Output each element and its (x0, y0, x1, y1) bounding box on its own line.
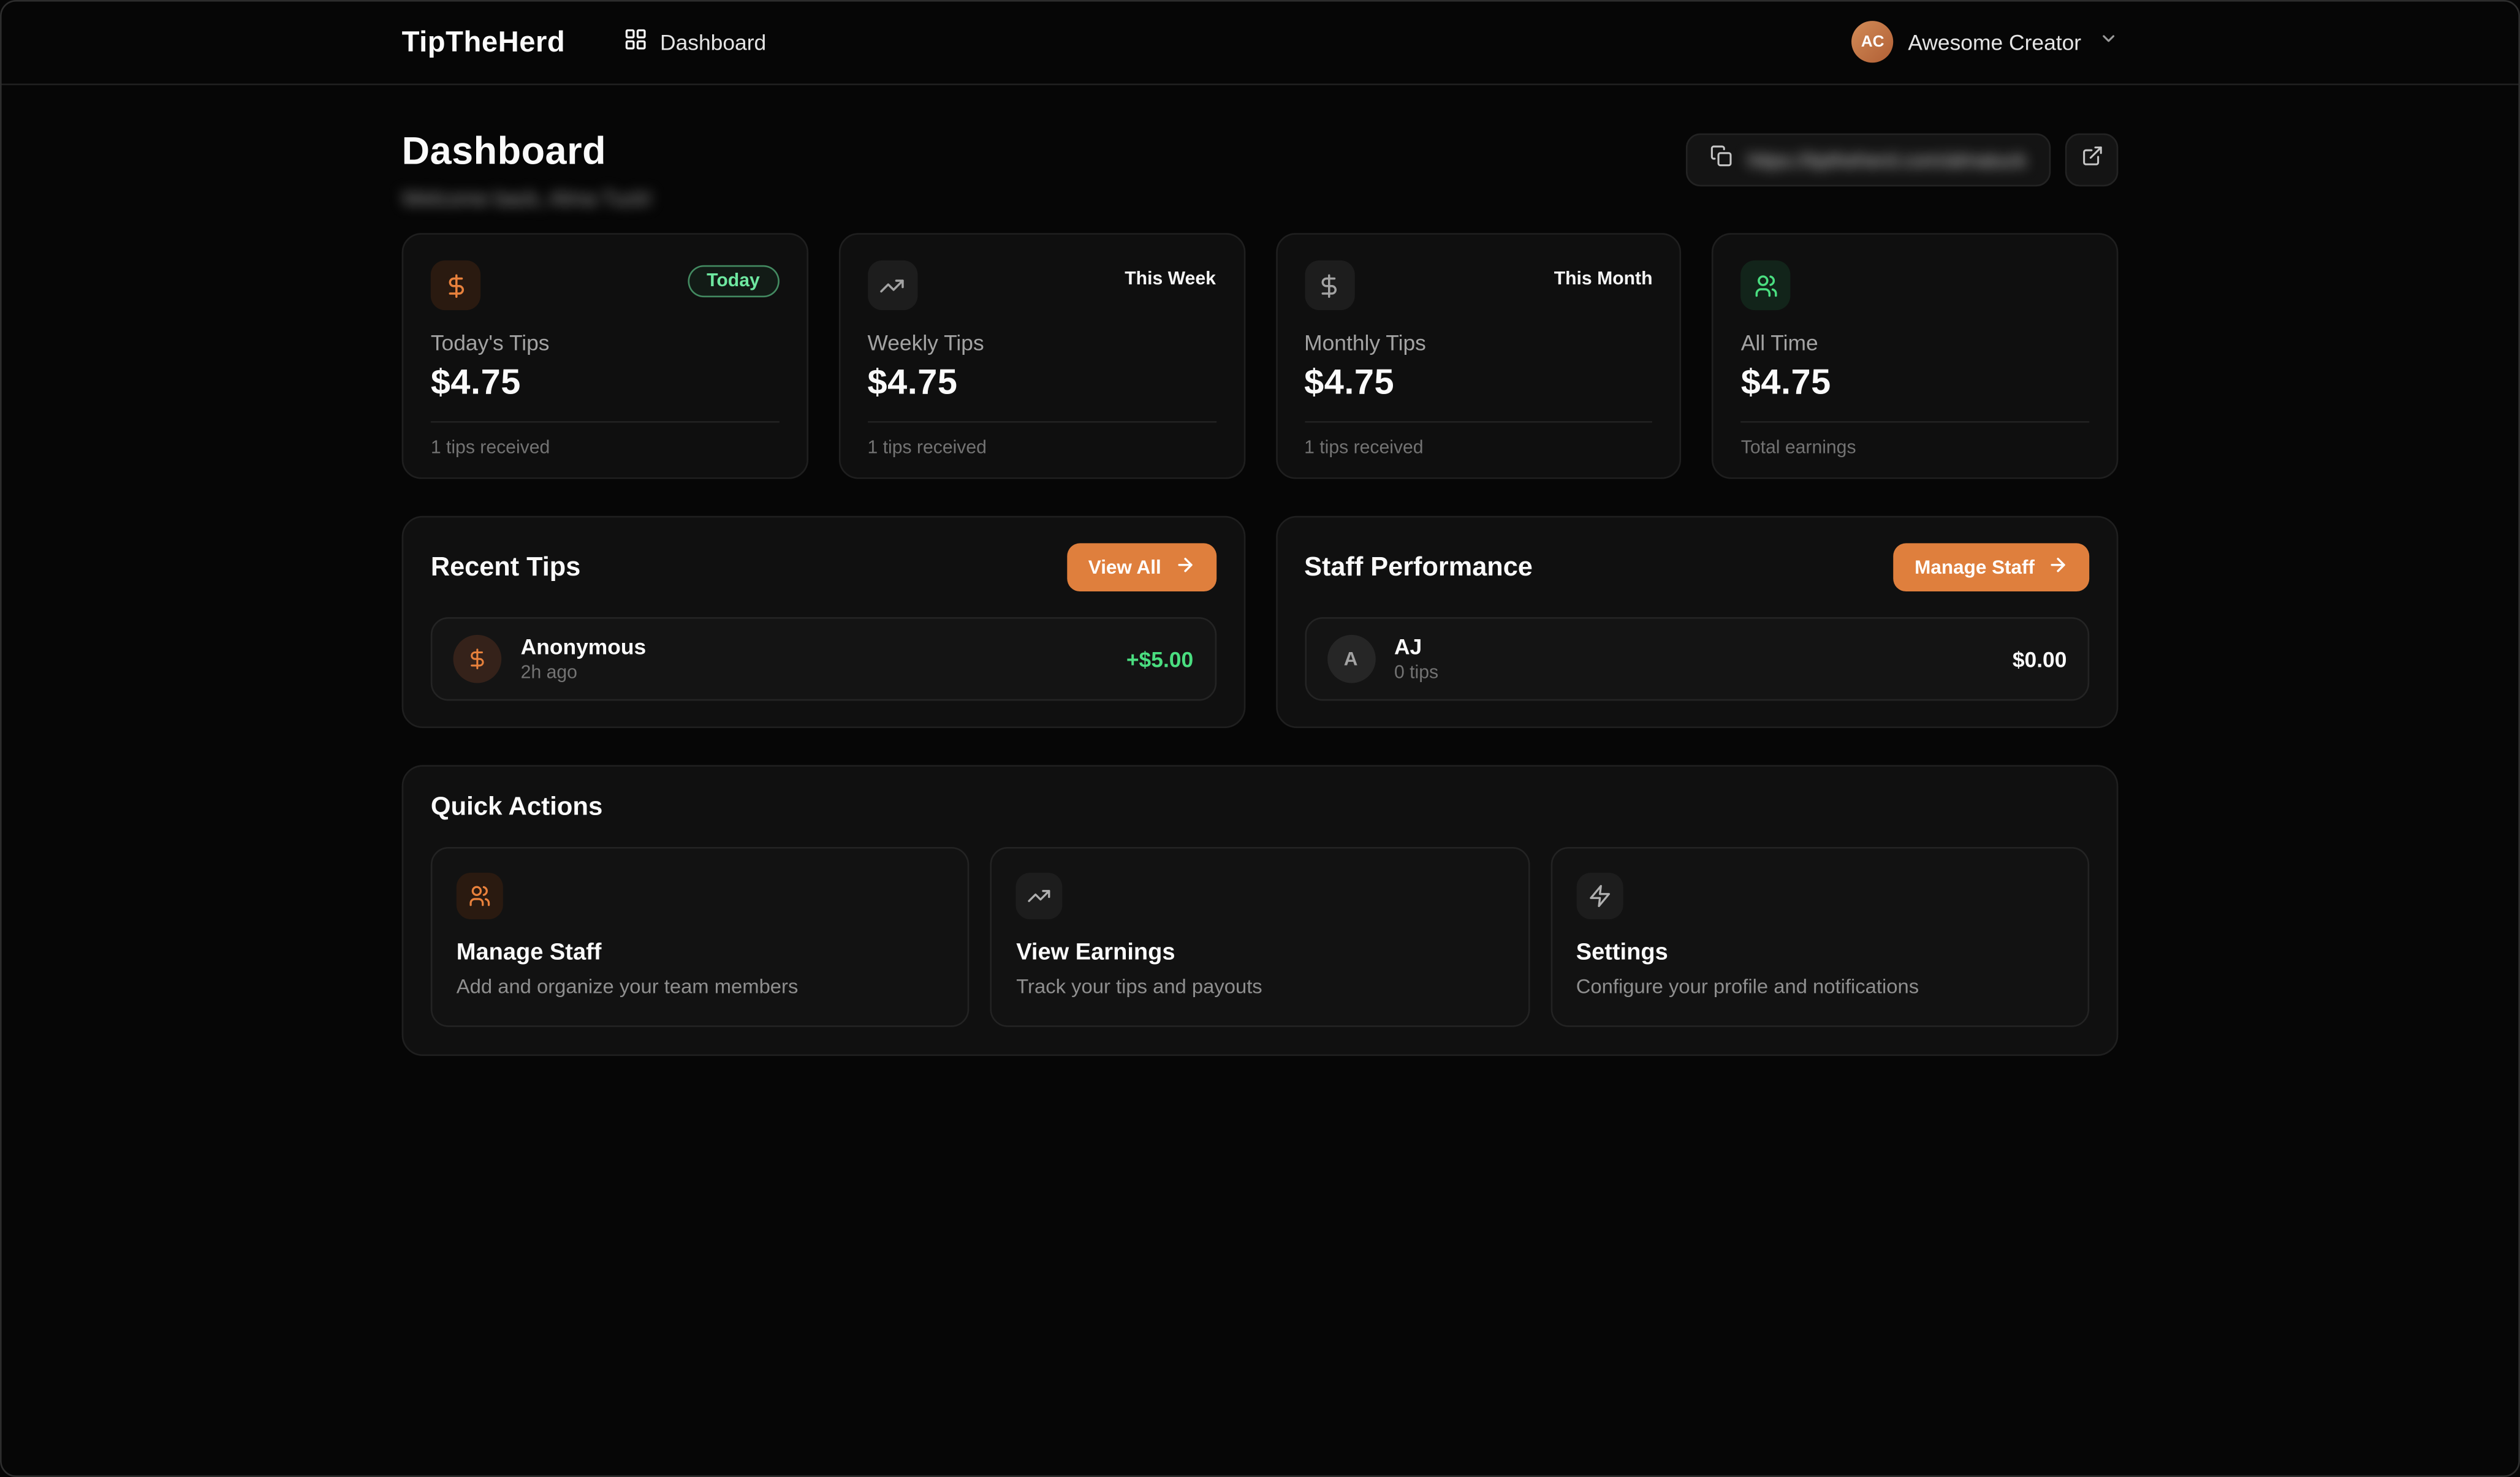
staff-performance-title: Staff Performance (1304, 552, 1533, 583)
external-link-icon (2081, 145, 2103, 175)
stat-label: Monthly Tips (1304, 331, 1652, 355)
quick-action-title: View Earnings (1016, 940, 1503, 966)
staff-name: AJ (1394, 635, 1438, 659)
stat-label: All Time (1741, 331, 2089, 355)
dollar-sign-icon (1304, 260, 1354, 310)
main-content: Dashboard Welcome back, Alma Tuck! https… (402, 85, 2119, 1056)
trending-up-icon (867, 260, 917, 310)
quick-action-manage-staff[interactable]: Manage Staff Add and organize your team … (431, 847, 970, 1027)
view-all-button[interactable]: View All (1068, 543, 1216, 591)
stat-subtext: 1 tips received (867, 439, 1215, 458)
panels-row: Recent Tips View All Anonymous 2h ago (402, 516, 2119, 728)
period-label: This Week (1125, 270, 1216, 289)
quick-action-desc: Configure your profile and notifications (1576, 976, 2064, 998)
nav-item-label: Dashboard (660, 30, 766, 54)
open-tip-page-button[interactable] (2065, 134, 2119, 187)
stat-card-alltime: All Time $4.75 Total earnings (1712, 233, 2119, 479)
chevron-down-icon (2099, 28, 2118, 56)
top-navbar: TipTheHerd Dashboard AC Awesome Creator (0, 0, 2520, 85)
divider (1304, 421, 1652, 423)
tip-url-tools: https://tiptheherd.com/almatuck (1687, 134, 2119, 187)
quick-action-desc: Add and organize your team members (457, 976, 944, 998)
app-logo: TipTheHerd (402, 25, 566, 59)
tipper-name: Anonymous (521, 635, 647, 659)
copy-icon (1710, 145, 1733, 175)
stat-subtext: 1 tips received (1304, 439, 1652, 458)
quick-actions-panel: Quick Actions Manage Staff Add and organ… (402, 765, 2119, 1056)
stat-subtext: Total earnings (1741, 439, 2089, 458)
arrow-right-icon (1174, 555, 1195, 580)
staff-amount: $0.00 (2013, 647, 2067, 671)
manage-staff-label: Manage Staff (1915, 556, 2035, 579)
stat-value: $4.75 (1304, 362, 1652, 403)
dollar-sign-icon (431, 260, 480, 310)
manage-staff-button[interactable]: Manage Staff (1894, 543, 2089, 591)
page-title: Dashboard (402, 130, 653, 175)
tip-amount: +$5.00 (1126, 647, 1193, 671)
users-icon (457, 873, 503, 919)
stat-card-today: Today Today's Tips $4.75 1 tips received (402, 233, 808, 479)
trending-up-icon (1016, 873, 1063, 919)
copy-tip-url-button[interactable]: https://tiptheherd.com/almatuck (1687, 134, 2051, 187)
stat-card-weekly: This Week Weekly Tips $4.75 1 tips recei… (838, 233, 1245, 479)
stat-value: $4.75 (431, 362, 779, 403)
quick-action-title: Settings (1576, 940, 2064, 966)
tip-dollar-icon (454, 635, 502, 683)
stat-label: Weekly Tips (867, 331, 1215, 355)
staff-avatar: A (1327, 635, 1375, 683)
period-label: This Month (1554, 270, 1653, 289)
avatar: AC (1852, 21, 1894, 63)
stat-card-monthly: This Month Monthly Tips $4.75 1 tips rec… (1275, 233, 1682, 479)
divider (867, 421, 1215, 423)
app-viewport: TipTheHerd Dashboard AC Awesome Creator … (0, 0, 2520, 1477)
stat-subtext: 1 tips received (431, 439, 779, 458)
tip-url-text: https://tiptheherd.com/almatuck (1747, 149, 2027, 172)
stat-value: $4.75 (1741, 362, 2089, 403)
tip-row[interactable]: Anonymous 2h ago +$5.00 (431, 617, 1216, 701)
recent-tips-panel: Recent Tips View All Anonymous 2h ago (402, 516, 1245, 728)
user-menu[interactable]: AC Awesome Creator (1852, 21, 2119, 63)
arrow-right-icon (2048, 555, 2068, 580)
stats-row: Today Today's Tips $4.75 1 tips received… (402, 233, 2119, 479)
nav-item-dashboard[interactable]: Dashboard (623, 28, 767, 56)
recent-tips-title: Recent Tips (431, 552, 581, 583)
stat-label: Today's Tips (431, 331, 779, 355)
user-name: Awesome Creator (1908, 30, 2081, 54)
quick-action-desc: Track your tips and payouts (1016, 976, 1503, 998)
quick-action-view-earnings[interactable]: View Earnings Track your tips and payout… (990, 847, 1529, 1027)
users-icon (1741, 260, 1791, 310)
quick-action-settings[interactable]: Settings Configure your profile and noti… (1550, 847, 2089, 1027)
dashboard-grid-icon (623, 28, 647, 56)
zap-icon (1576, 873, 1623, 919)
divider (1741, 421, 2089, 423)
stat-value: $4.75 (867, 362, 1215, 403)
staff-row[interactable]: A AJ 0 tips $0.00 (1304, 617, 2089, 701)
welcome-subtitle: Welcome back, Alma Tuck! (402, 186, 653, 210)
quick-actions-title: Quick Actions (431, 794, 2089, 822)
staff-tips-count: 0 tips (1394, 664, 1438, 683)
quick-action-title: Manage Staff (457, 940, 944, 966)
page-header: Dashboard Welcome back, Alma Tuck! https… (402, 130, 2119, 210)
tip-time: 2h ago (521, 664, 647, 683)
period-badge: Today (688, 265, 780, 297)
view-all-label: View All (1088, 556, 1161, 579)
divider (431, 421, 779, 423)
staff-performance-panel: Staff Performance Manage Staff A AJ 0 ti… (1275, 516, 2118, 728)
